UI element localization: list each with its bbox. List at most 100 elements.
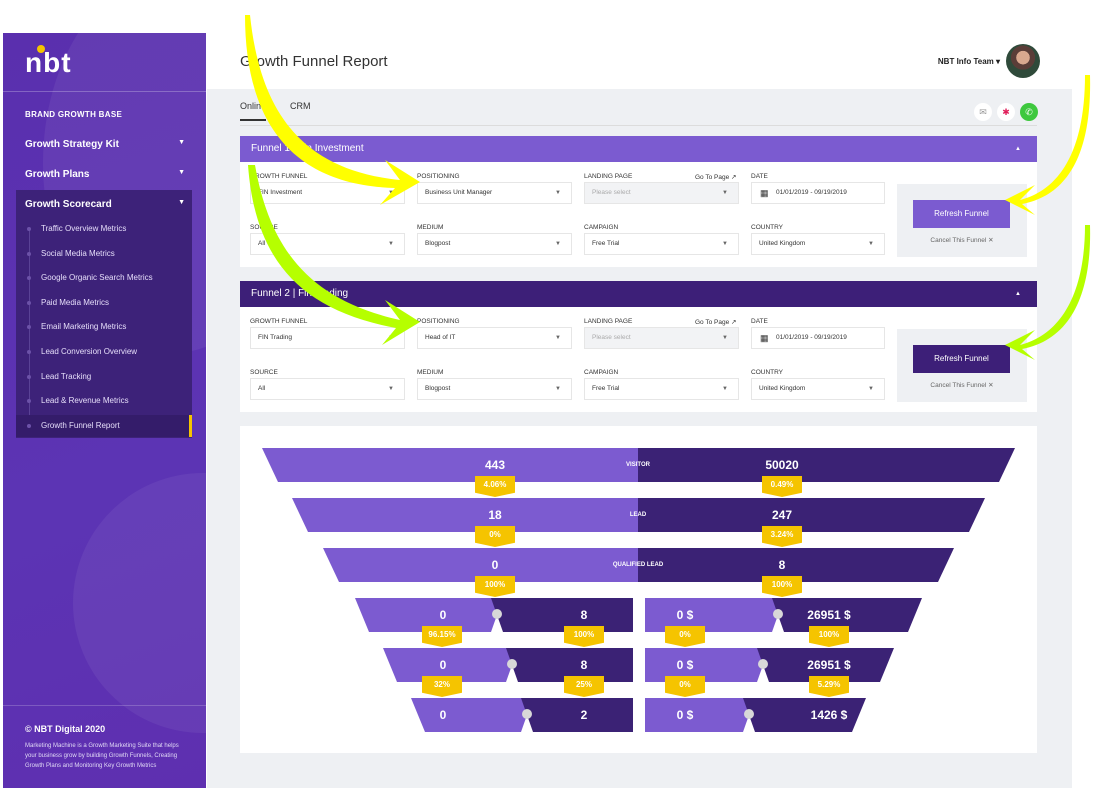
- go-to-page-link[interactable]: Go To Page ↗: [695, 318, 736, 326]
- dropdown-arrow-icon: ▼: [388, 190, 394, 196]
- funnel-header[interactable]: Funnel 2 | Fin Trading ▲: [240, 281, 1037, 307]
- sidebar-subitem[interactable]: Lead Conversion Overview: [16, 341, 192, 363]
- collapse-icon[interactable]: ▲: [1015, 136, 1021, 162]
- lower-right-light: [645, 648, 769, 682]
- user-menu[interactable]: NBT Info Team ▾: [938, 57, 1000, 66]
- lower-value: 0 $: [676, 708, 694, 722]
- refresh-funnel-button[interactable]: Refresh Funnel: [913, 200, 1010, 228]
- sidebar-subitem[interactable]: Traffic Overview Metrics: [16, 218, 192, 240]
- lower-left-dark: [491, 598, 633, 632]
- bullet-icon: [27, 399, 31, 404]
- source-select[interactable]: All ▼: [250, 378, 405, 400]
- country-select[interactable]: United Kingdom ▼: [751, 233, 885, 255]
- avatar[interactable]: [1006, 44, 1040, 78]
- dropdown-arrow-icon: ▼: [722, 335, 728, 341]
- date-range-input[interactable]: ▦ 01/01/2019 - 09/19/2019: [751, 327, 885, 349]
- positioning-select[interactable]: Business Unit Manager ▼: [417, 182, 572, 204]
- date-range-input[interactable]: ▦ 01/01/2019 - 09/19/2019: [751, 182, 885, 204]
- tab-crm[interactable]: CRM: [290, 101, 311, 111]
- subitem-label: Growth Funnel Report: [41, 420, 120, 430]
- lower-value: 0: [439, 658, 447, 672]
- date-label: DATE: [751, 173, 768, 180]
- collapse-icon[interactable]: ▲: [1015, 281, 1021, 307]
- country-label: COUNTRY: [751, 224, 784, 231]
- conversion-rate-badge: 0%: [665, 676, 705, 697]
- calendar-icon: ▦: [760, 188, 769, 198]
- lower-value: 0 $: [676, 658, 694, 672]
- whatsapp-icon[interactable]: ✆: [1020, 103, 1038, 121]
- growth-scorecard-menu: Growth Scorecard ▼ Traffic Overview Metri…: [16, 190, 192, 438]
- info-icon[interactable]: [773, 609, 783, 619]
- funnel-header[interactable]: Funnel 1 | Fin Investment ▲: [240, 136, 1037, 162]
- bullet-icon: [27, 350, 31, 354]
- info-icon[interactable]: [744, 709, 754, 719]
- sidebar-subitem[interactable]: Paid Media Metrics: [16, 292, 192, 314]
- conversion-rate-badge: 0%: [475, 526, 515, 547]
- info-icon[interactable]: [492, 609, 502, 619]
- growth_funnel-select[interactable]: FIN Trading ▼: [250, 327, 405, 349]
- stage-value-right: 8: [778, 558, 786, 572]
- campaign-label: CAMPAIGN: [584, 369, 619, 376]
- positioning-select[interactable]: Head of IT ▼: [417, 327, 572, 349]
- lower-value: 26951 $: [807, 658, 851, 672]
- positioning-label: POSITIONING: [417, 318, 460, 325]
- campaign-select[interactable]: Free Trial ▼: [584, 233, 739, 255]
- nav-growth-plans[interactable]: Growth Plans ▼: [25, 169, 185, 180]
- source-label: SOURCE: [250, 224, 278, 231]
- dropdown-arrow-icon: ▼: [555, 386, 561, 392]
- medium-select[interactable]: Blogpost ▼: [417, 378, 572, 400]
- conversion-rate-badge: 25%: [564, 676, 604, 697]
- stage-value-left: 18: [488, 508, 502, 522]
- cancel-funnel-button[interactable]: Cancel This Funnel ✕: [897, 236, 1027, 244]
- go-to-page-link[interactable]: Go To Page ↗: [695, 173, 736, 181]
- chevron-down-icon: ▼: [178, 199, 185, 206]
- conversion-rate-badge: 100%: [762, 576, 802, 597]
- funnel-chart: 443 50020 VISITOR 4.06% 0.49% 18 247 LEAD 0% 3.24…: [240, 426, 1037, 753]
- cancel-funnel-button[interactable]: Cancel This Funnel ✕: [897, 381, 1027, 389]
- landing_page-select[interactable]: Please select ▼: [584, 182, 739, 204]
- nav-growth-strategy-kit[interactable]: Growth Strategy Kit ▼: [25, 139, 185, 150]
- medium-select[interactable]: Blogpost ▼: [417, 233, 572, 255]
- sidebar-subitem[interactable]: Google Organic Search Metrics: [16, 267, 192, 289]
- info-icon[interactable]: [507, 659, 517, 669]
- conversion-rate-badge: 96.15%: [422, 626, 462, 647]
- bullet-icon: [27, 423, 31, 428]
- lower-value: 8: [580, 608, 588, 622]
- sidebar-subitem[interactable]: Lead & Revenue Metrics: [16, 390, 192, 412]
- info-icon[interactable]: [758, 659, 768, 669]
- conversion-rate-badge: 100%: [564, 626, 604, 647]
- stage-label: QUALIFIED LEAD: [612, 562, 664, 568]
- lower-value: 0: [439, 708, 447, 722]
- stage-value-right: 50020: [765, 458, 799, 472]
- country-select[interactable]: United Kingdom ▼: [751, 378, 885, 400]
- campaign-select[interactable]: Free Trial ▼: [584, 378, 739, 400]
- refresh-funnel-button[interactable]: Refresh Funnel: [913, 345, 1010, 373]
- country-label: COUNTRY: [751, 369, 784, 376]
- email-icon[interactable]: ✉: [974, 103, 992, 121]
- sidebar-subitem[interactable]: Social Media Metrics: [16, 243, 192, 265]
- growth_funnel-select[interactable]: FIN Investment ▼: [250, 182, 405, 204]
- subitem-label: Lead Tracking: [41, 371, 92, 381]
- sidebar-subitem[interactable]: Email Marketing Metrics: [16, 316, 192, 338]
- sidebar-subitem[interactable]: Growth Funnel Report: [16, 414, 192, 437]
- subitem-label: Paid Media Metrics: [41, 297, 110, 307]
- logo[interactable]: nbt: [25, 45, 72, 79]
- landing_page-select[interactable]: Please select ▼: [584, 327, 739, 349]
- source-select[interactable]: All ▼: [250, 233, 405, 255]
- main-content: Growth Funnel Report NBT Info Team ▾ Onl…: [207, 33, 1072, 788]
- tab-online[interactable]: Online: [240, 101, 267, 121]
- source-label: SOURCE: [250, 369, 278, 376]
- subitem-label: Social Media Metrics: [41, 248, 115, 258]
- sidebar-subitem[interactable]: Lead Tracking: [16, 366, 192, 388]
- slack-icon[interactable]: ✱: [997, 103, 1015, 121]
- funnel-stage-right: [638, 498, 985, 532]
- conversion-rate-badge: 32%: [422, 676, 462, 697]
- nav-growth-scorecard[interactable]: Growth Scorecard ▼: [25, 199, 185, 210]
- conversion-rate-badge: 3.24%: [762, 526, 802, 547]
- info-icon[interactable]: [522, 709, 532, 719]
- growth_funnel-label: GROWTH FUNNEL: [250, 173, 308, 180]
- app-description: Marketing Machine is a Growth Marketing …: [25, 743, 179, 769]
- dropdown-arrow-icon: ▼: [722, 190, 728, 196]
- conversion-rate-badge: 100%: [475, 576, 515, 597]
- funnel-stage-right: [638, 448, 1015, 482]
